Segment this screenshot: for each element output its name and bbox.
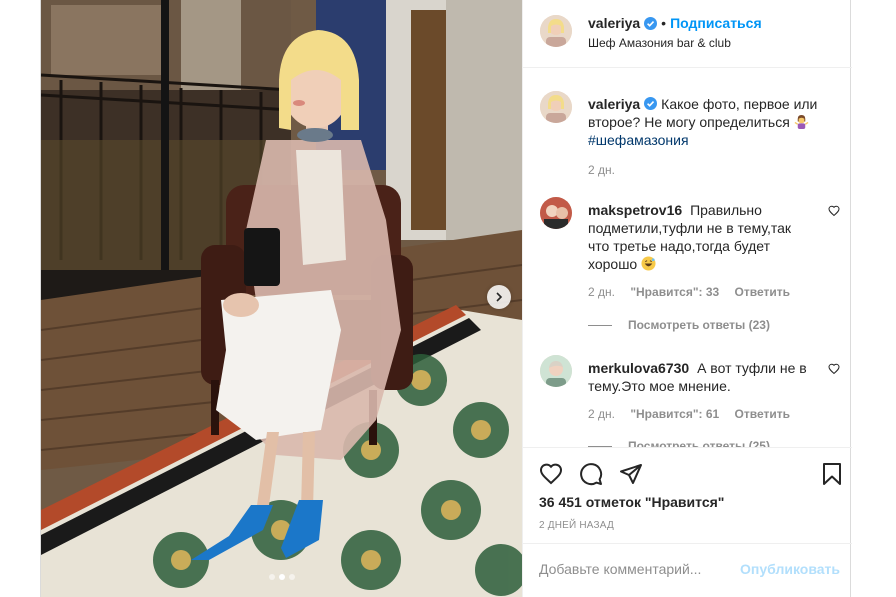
comment-text: makspetrov16 Правильно подметили,туфли н… [588, 201, 808, 273]
post-card: valeriya • Подписаться Шеф Амазония bar … [40, 0, 852, 597]
comment-likes-count[interactable]: "Нравится": 33 [630, 285, 719, 299]
comment-username[interactable]: makspetrov16 [588, 202, 682, 218]
separator-dot: • [661, 15, 667, 31]
verified-badge-icon [644, 16, 658, 30]
likes-count[interactable]: 36 451 отметок "Нравится" [539, 494, 724, 510]
replies-divider [588, 324, 612, 326]
comment-text: merkulova6730 А вот туфли не в тему.Это … [588, 359, 808, 395]
comment-composer: Опубликовать [523, 543, 852, 597]
avatar-image [540, 197, 572, 229]
post-side-panel: valeriya • Подписаться Шеф Амазония bar … [522, 0, 852, 597]
avatar-image [540, 355, 572, 387]
caption-text: valeriya Какое фото, первое или второе? Н… [588, 95, 820, 149]
carousel-dot [288, 574, 295, 580]
post-timestamp[interactable]: 2 ДНЕЙ НАЗАД [539, 520, 614, 531]
caption-username[interactable]: valeriya [588, 96, 640, 112]
reply-button[interactable]: Ответить [735, 285, 790, 299]
author-line: valeriya • Подписаться [588, 15, 762, 31]
bookmark-icon[interactable] [820, 462, 844, 486]
view-replies-button[interactable]: Посмотреть ответы (25) [588, 439, 770, 447]
post-location[interactable]: Шеф Амазония bar & club [588, 36, 731, 50]
author-username[interactable]: valeriya [588, 15, 640, 31]
comment-likes-count[interactable]: "Нравится": 61 [630, 407, 719, 421]
avatar-image [540, 15, 572, 47]
comment-avatar[interactable] [540, 355, 572, 387]
publish-button[interactable]: Опубликовать [740, 561, 840, 577]
comment-like-heart-icon[interactable] [828, 363, 840, 375]
view-replies-label: Посмотреть ответы (23) [628, 318, 770, 332]
carousel-indicator [41, 574, 522, 580]
reply-button[interactable]: Ответить [735, 407, 790, 421]
comment-like-heart-icon[interactable] [828, 205, 840, 217]
woman-shrugging-emoji [794, 114, 809, 129]
grinning-sweat-emoji [641, 256, 656, 271]
verified-badge-icon [644, 97, 658, 110]
comment-time: 2 дн. [588, 285, 615, 299]
comment-icon[interactable] [579, 462, 603, 486]
caption-meta: 2 дн. [588, 163, 627, 177]
follow-button[interactable]: Подписаться [670, 15, 762, 31]
comments-list: valeriya Какое фото, первое или второе? Н… [523, 69, 852, 447]
paper-plane-icon[interactable] [619, 462, 643, 486]
comment-time: 2 дн. [588, 407, 615, 421]
post-photo[interactable] [41, 0, 522, 597]
comment-meta: 2 дн. "Нравится": 33 Ответить [588, 285, 802, 299]
carousel-next-button[interactable] [487, 285, 511, 309]
caption-avatar[interactable] [540, 91, 572, 123]
comment-input[interactable] [539, 558, 739, 580]
view-replies-button[interactable]: Посмотреть ответы (23) [588, 318, 770, 332]
carousel-dot [268, 574, 275, 580]
post-actions: 36 451 отметок "Нравится" 2 ДНЕЙ НАЗАД [523, 447, 852, 543]
view-replies-label: Посмотреть ответы (25) [628, 439, 770, 447]
caption-hashtag[interactable]: #шефамазония [588, 132, 689, 148]
chevron-right-icon [496, 292, 503, 302]
comment-username[interactable]: merkulova6730 [588, 360, 689, 376]
heart-icon[interactable] [539, 462, 563, 486]
comment-meta: 2 дн. "Нравится": 61 Ответить [588, 407, 802, 421]
post-header: valeriya • Подписаться Шеф Амазония bar … [523, 0, 852, 68]
author-avatar[interactable] [540, 15, 572, 47]
avatar-image [540, 91, 572, 123]
photo-illustration [41, 0, 522, 597]
caption-time: 2 дн. [588, 163, 615, 177]
comment-avatar[interactable] [540, 197, 572, 229]
carousel-dot-active [278, 574, 285, 580]
